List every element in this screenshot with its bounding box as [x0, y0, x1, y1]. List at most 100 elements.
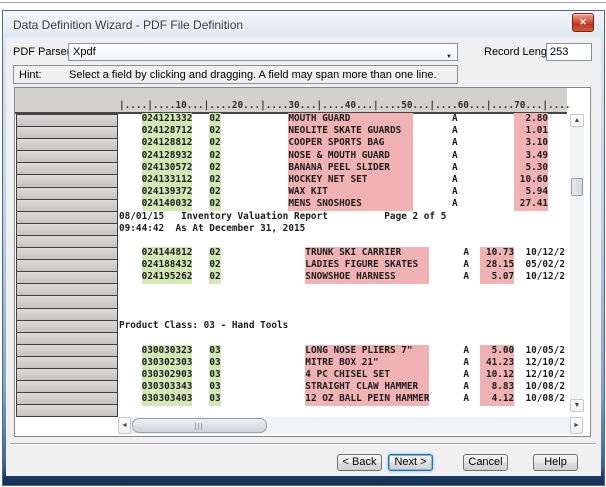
selected-field[interactable]: BANANA PEEL SLIDER: [288, 162, 412, 174]
selected-field[interactable]: 8.83: [480, 381, 514, 393]
selected-field[interactable]: 024140032: [142, 198, 193, 210]
scroll-up-button[interactable]: ▲: [570, 114, 584, 127]
selected-field[interactable]: 02: [209, 271, 220, 283]
report-line[interactable]: 024133112 02 HOCKEY NET SET A 10.60: [119, 174, 569, 186]
pdf-parser-dropdown[interactable]: Xpdf ▼: [68, 43, 458, 61]
selected-field[interactable]: MENS SNOSHOES: [288, 198, 412, 210]
selected-field[interactable]: 02: [209, 137, 220, 149]
selected-field[interactable]: MOUTH GUARD: [288, 113, 412, 125]
selected-field[interactable]: 2.80: [514, 113, 548, 125]
report-line[interactable]: 024130572 02 BANANA PEEL SLIDER A 5.30: [119, 162, 569, 174]
selected-field[interactable]: 02: [209, 186, 220, 198]
report-line[interactable]: [119, 296, 569, 308]
selected-field[interactable]: TRUNK SKI CARRIER: [305, 247, 429, 259]
report-line[interactable]: 024128932 02 NOSE & MOUTH GUARD A 3.49: [119, 150, 569, 162]
report-line[interactable]: [119, 235, 569, 247]
record-length-input[interactable]: [546, 43, 592, 61]
selected-field[interactable]: NEOLITE SKATE GUARDS: [288, 125, 412, 137]
next-button[interactable]: Next >: [388, 454, 433, 471]
selected-field[interactable]: 03: [209, 393, 220, 405]
selected-field[interactable]: 4 PC CHISEL SET: [305, 369, 429, 381]
selected-field[interactable]: 3.10: [514, 137, 548, 149]
report-line[interactable]: 030302903 03 4 PC CHISEL SET A 10.12 12/…: [119, 369, 569, 381]
selected-field[interactable]: MITRE BOX 21": [305, 357, 429, 369]
selected-field[interactable]: 02: [209, 113, 220, 125]
selected-field[interactable]: 12 OZ BALL PEIN HAMMER: [305, 393, 429, 405]
selected-field[interactable]: 02: [209, 162, 220, 174]
scroll-down-button[interactable]: ▼: [570, 399, 584, 412]
selected-field[interactable]: 02: [209, 150, 220, 162]
horizontal-scroll-thumb[interactable]: [132, 418, 267, 433]
selected-field[interactable]: 024139372: [142, 186, 193, 198]
selected-field[interactable]: 03: [209, 369, 220, 381]
vertical-scroll-thumb[interactable]: [571, 178, 583, 196]
selected-field[interactable]: 024128712: [142, 125, 193, 137]
selected-field[interactable]: 5.00: [480, 345, 514, 357]
selected-field[interactable]: 10.73: [480, 247, 514, 259]
report-line[interactable]: 024128712 02 NEOLITE SKATE GUARDS A 1.01: [119, 125, 569, 137]
selected-field[interactable]: NOSE & MOUTH GUARD: [288, 150, 412, 162]
selected-field[interactable]: 28.15: [480, 259, 514, 271]
report-line[interactable]: 024128812 02 COOPER SPORTS BAG A 3.10: [119, 137, 569, 149]
selected-field[interactable]: 024133112: [142, 174, 193, 186]
selected-field[interactable]: 3.49: [514, 150, 548, 162]
report-line[interactable]: 024188432 02 LADIES FIGURE SKATES A 28.1…: [119, 259, 569, 271]
selected-field[interactable]: 030302903: [142, 369, 193, 381]
report-line[interactable]: 030302303 03 MITRE BOX 21" A 41.23 12/10…: [119, 357, 569, 369]
selected-field[interactable]: COOPER SPORTS BAG: [288, 137, 412, 149]
selected-field[interactable]: LONG NOSE PLIERS 7": [305, 345, 429, 357]
selected-field[interactable]: 1.01: [514, 125, 548, 137]
selected-field[interactable]: 030302303: [142, 357, 193, 369]
selected-field[interactable]: 02: [209, 174, 220, 186]
report-line[interactable]: 024139372 02 WAX KIT A 5.94: [119, 186, 569, 198]
selected-field[interactable]: 030030323: [142, 345, 193, 357]
selected-field[interactable]: LADIES FIGURE SKATES: [305, 259, 429, 271]
report-line[interactable]: 024144812 02 TRUNK SKI CARRIER A 10.73 1…: [119, 247, 569, 259]
selected-field[interactable]: 02: [209, 125, 220, 137]
selected-field[interactable]: 03: [209, 357, 220, 369]
report-line[interactable]: 030030323 03 LONG NOSE PLIERS 7" A 5.00 …: [119, 345, 569, 357]
selected-field[interactable]: 03: [209, 345, 220, 357]
cancel-button[interactable]: Cancel: [463, 454, 508, 471]
help-button[interactable]: Help: [533, 454, 578, 471]
vertical-scrollbar[interactable]: ▲ ▼: [570, 114, 584, 412]
selected-field[interactable]: STRAIGHT CLAW HAMMER: [305, 381, 429, 393]
report-line[interactable]: 024140032 02 MENS SNOSHOES A 27.41: [119, 198, 569, 210]
report-line[interactable]: [119, 284, 569, 296]
selected-field[interactable]: 10.12: [480, 369, 514, 381]
selected-field[interactable]: HOCKEY NET SET: [288, 174, 412, 186]
row-selector[interactable]: [16, 404, 118, 417]
selected-field[interactable]: 024128812: [142, 137, 193, 149]
back-button[interactable]: < Back: [337, 454, 382, 471]
report-line[interactable]: [119, 332, 569, 344]
selected-field[interactable]: 024130572: [142, 162, 193, 174]
selected-field[interactable]: 03: [209, 381, 220, 393]
selected-field[interactable]: 02: [209, 198, 220, 210]
report-line[interactable]: 024195262 02 SNOWSHOE HARNESS A 5.07 10/…: [119, 271, 569, 283]
report-line[interactable]: 030303403 03 12 OZ BALL PEIN HAMMER A 4.…: [119, 393, 569, 405]
selected-field[interactable]: 024121332: [142, 113, 193, 125]
selected-field[interactable]: WAX KIT: [288, 186, 412, 198]
selected-field[interactable]: 02: [209, 259, 220, 271]
scroll-right-button[interactable]: ►: [570, 417, 583, 434]
selected-field[interactable]: 4.12: [480, 393, 514, 405]
selected-field[interactable]: 024188432: [142, 259, 193, 271]
selected-field[interactable]: 5.07: [480, 271, 514, 283]
report-lines[interactable]: 024121332 02 MOUTH GUARD A 2.80 02412871…: [119, 113, 569, 418]
selected-field[interactable]: 024195262: [142, 271, 193, 283]
selected-field[interactable]: 10.60: [514, 174, 548, 186]
report-line[interactable]: 09:44:42 As At December 31, 2015: [119, 223, 569, 235]
close-button[interactable]: ✕: [572, 13, 594, 32]
selected-field[interactable]: 02: [209, 247, 220, 259]
selected-field[interactable]: 27.41: [514, 198, 548, 210]
selected-field[interactable]: 030303343: [142, 381, 193, 393]
selected-field[interactable]: SNOWSHOE HARNESS: [305, 271, 429, 283]
report-line[interactable]: 08/01/15 Inventory Valuation Report Page…: [119, 211, 569, 223]
selected-field[interactable]: 024144812: [142, 247, 193, 259]
report-line[interactable]: [119, 308, 569, 320]
selected-field[interactable]: 5.30: [514, 162, 548, 174]
title-bar[interactable]: Data Definition Wizard - PDF File Defini…: [3, 11, 604, 38]
selected-field[interactable]: 024128932: [142, 150, 193, 162]
report-line[interactable]: 030303343 03 STRAIGHT CLAW HAMMER A 8.83…: [119, 381, 569, 393]
report-line[interactable]: Product Class: 03 - Hand Tools: [119, 320, 569, 332]
